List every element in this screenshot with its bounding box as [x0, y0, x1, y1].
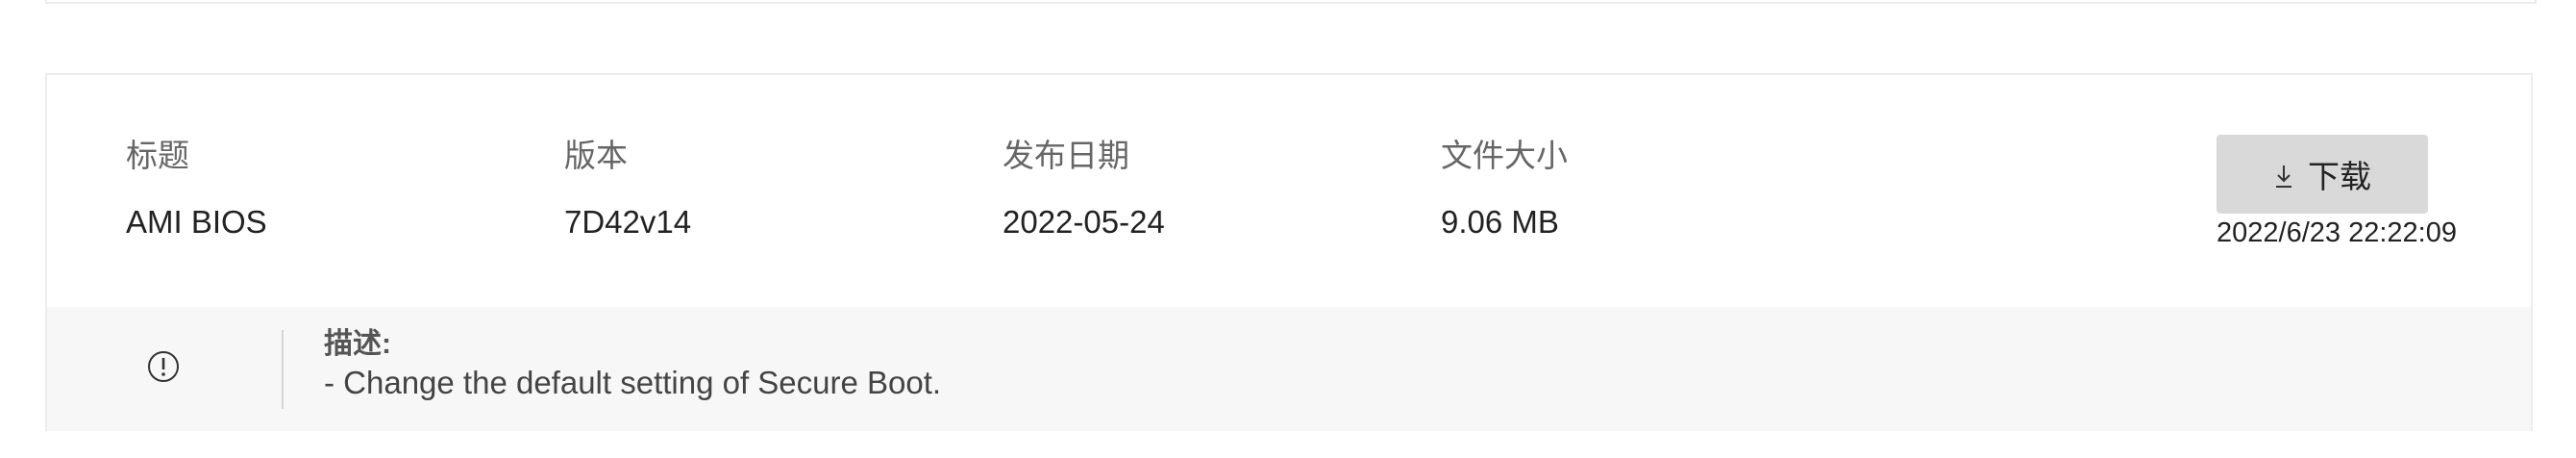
previous-card-edge: [45, 0, 2537, 4]
file-size-value: 9.06 MB: [1441, 204, 1559, 240]
description-text: - Change the default setting of Secure B…: [324, 365, 942, 400]
title-label: 标题: [126, 138, 189, 173]
firmware-card: 标题 AMI BIOS 版本 7D42v14 发布日期 2022-05-24 文…: [45, 73, 2533, 431]
download-button-label: 下载: [2308, 159, 2371, 194]
title-column: 标题 AMI BIOS: [126, 137, 267, 242]
description-label: 描述:: [324, 328, 391, 360]
description-divider: [282, 330, 284, 409]
download-button[interactable]: 下载: [2217, 135, 2428, 214]
download-timestamp: 2022/6/23 22:22:09: [2217, 217, 2457, 248]
description-panel: 描述: - Change the default setting of Secu…: [47, 307, 2531, 431]
title-value: AMI BIOS: [126, 204, 267, 240]
description-content: 描述: - Change the default setting of Secu…: [324, 326, 941, 403]
info-circle-icon: [147, 350, 180, 383]
file-size-column: 文件大小 9.06 MB: [1441, 137, 1568, 242]
version-column: 版本 7D42v14: [564, 137, 691, 242]
firmware-info-row: 标题 AMI BIOS 版本 7D42v14 发布日期 2022-05-24 文…: [47, 75, 2531, 307]
release-date-label: 发布日期: [1003, 138, 1129, 173]
download-arrow-icon: [2273, 161, 2294, 188]
file-size-label: 文件大小: [1441, 138, 1568, 173]
release-date-value: 2022-05-24: [1003, 204, 1165, 240]
version-value: 7D42v14: [564, 204, 692, 240]
version-label: 版本: [564, 138, 628, 173]
release-date-column: 发布日期 2022-05-24: [1003, 137, 1165, 242]
